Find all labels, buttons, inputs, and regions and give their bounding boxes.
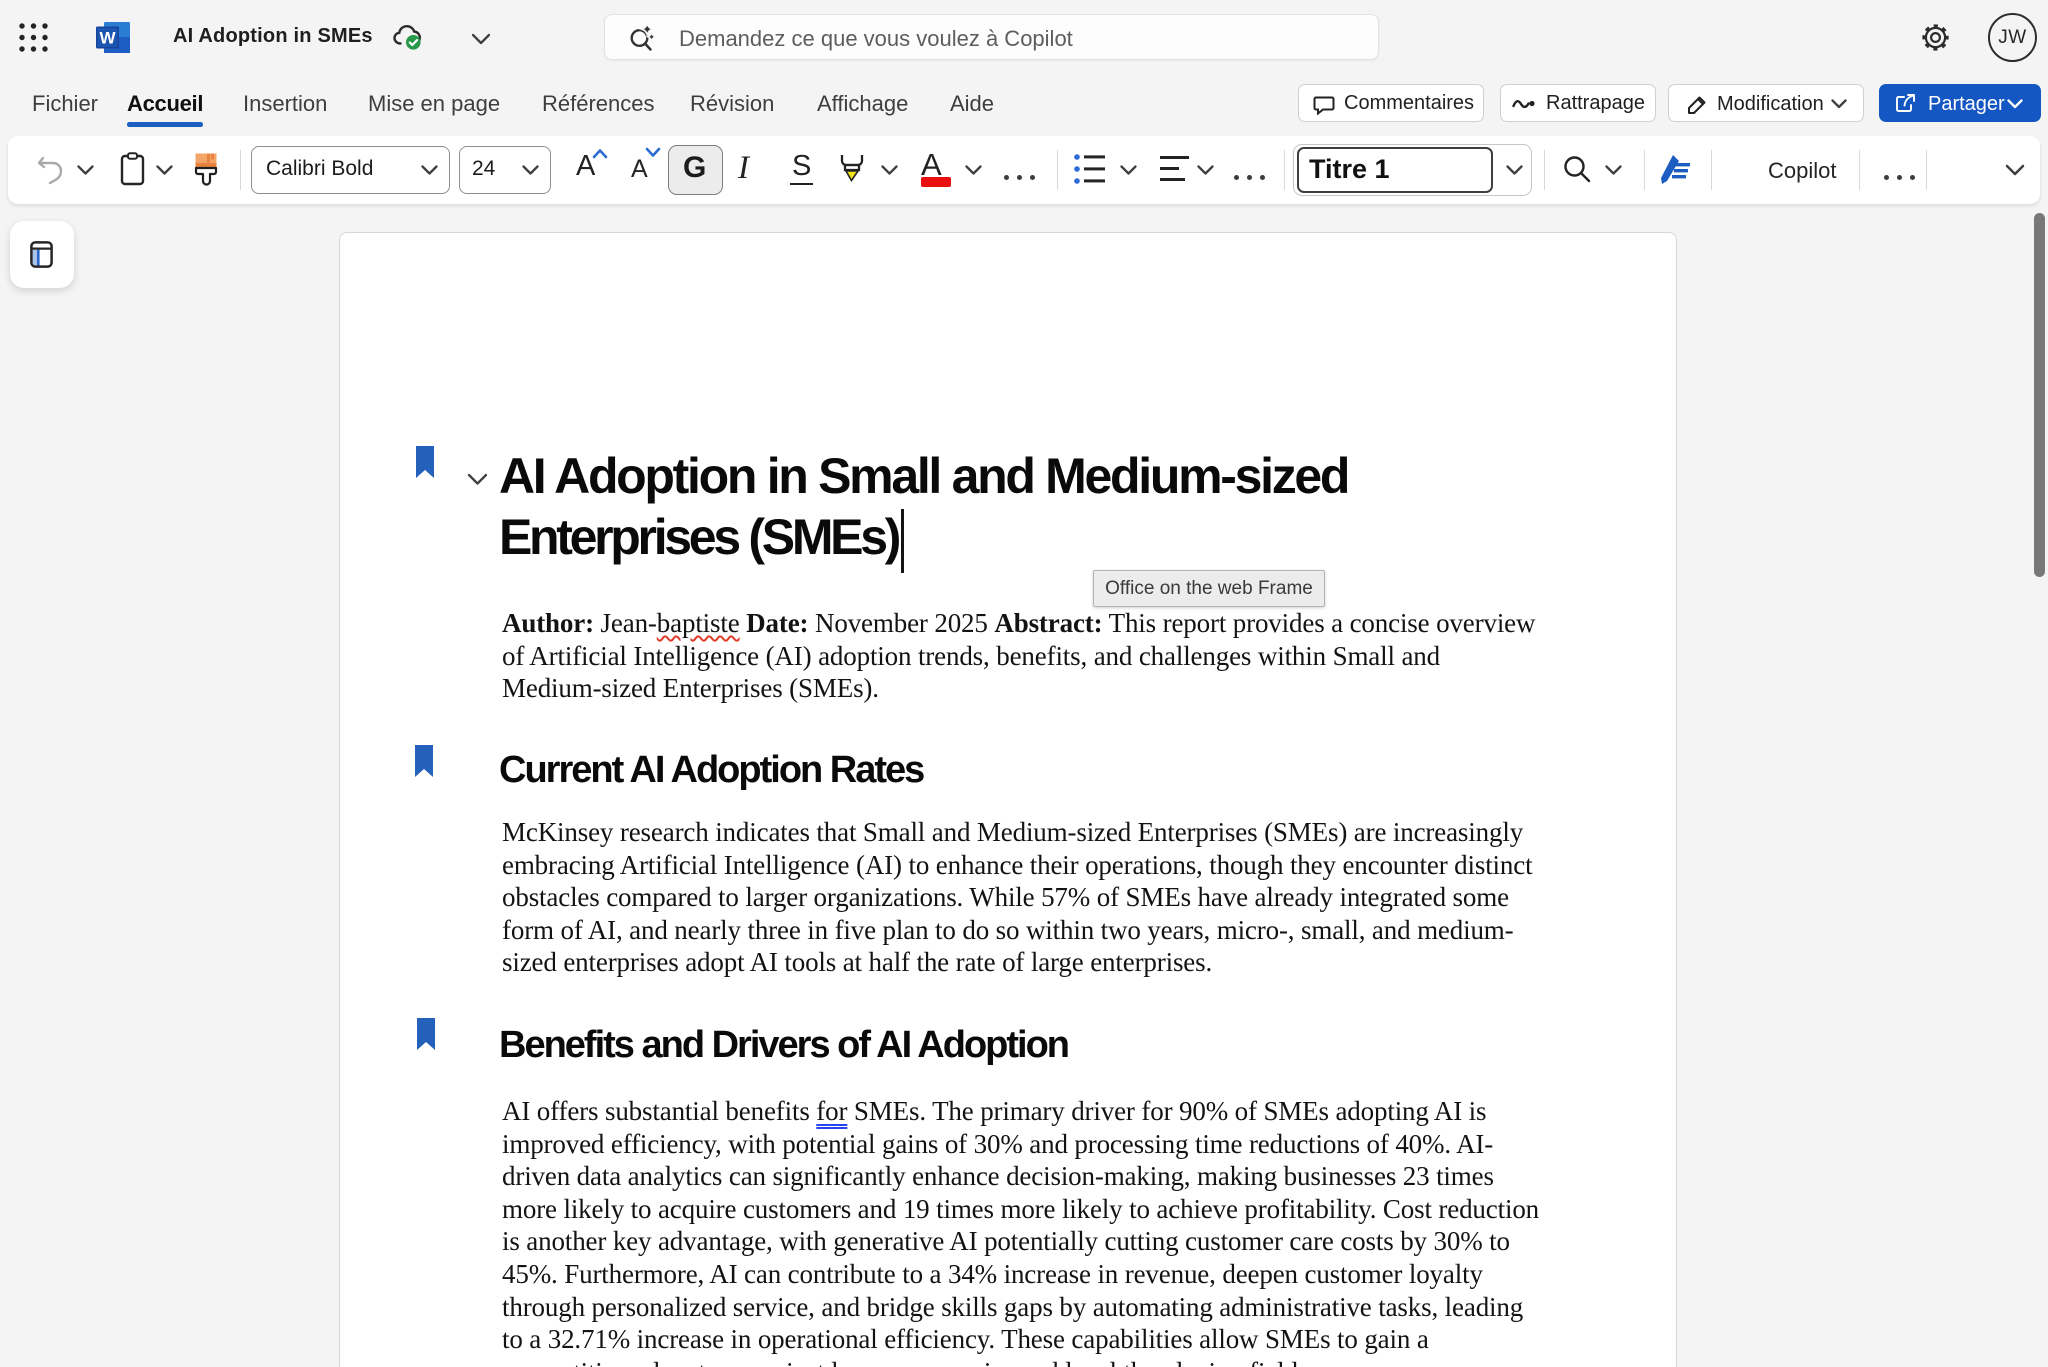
svg-text:W: W [99, 29, 116, 48]
